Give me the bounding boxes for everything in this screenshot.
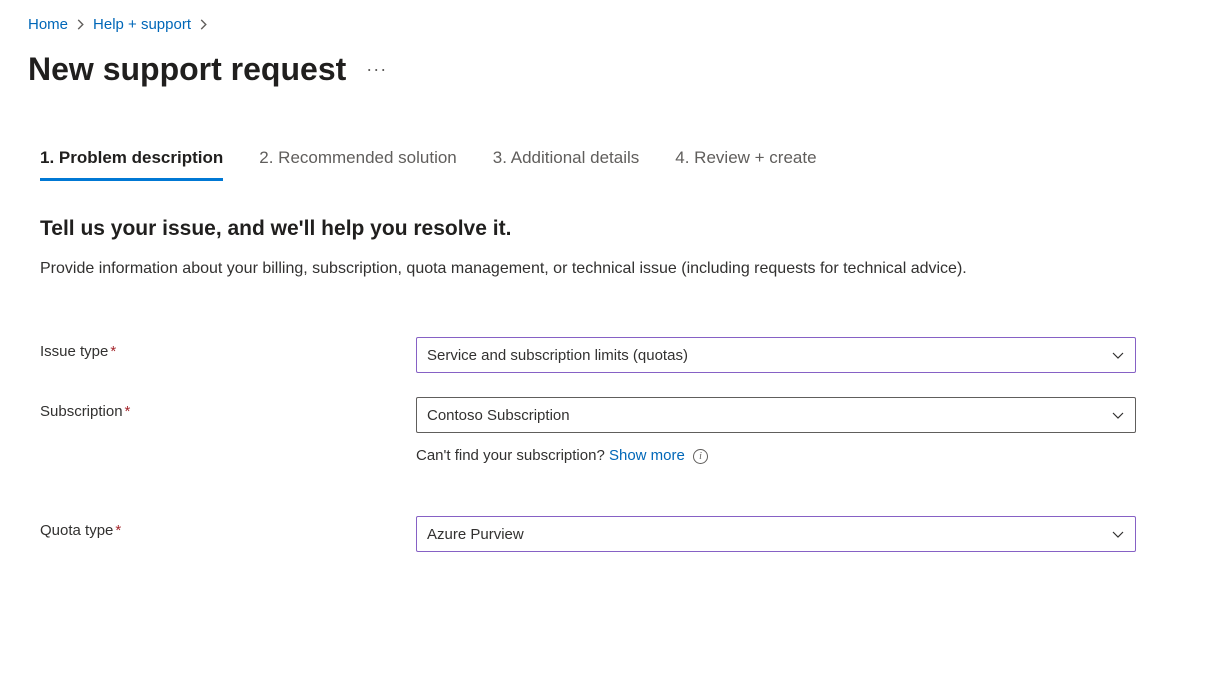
quota-type-label: Quota type* [40,516,416,539]
tab-recommended-solution[interactable]: 2. Recommended solution [259,148,457,181]
section-description: Provide information about your billing, … [40,257,1120,281]
form-row-quota-type: Quota type* Azure Purview [40,516,1192,552]
breadcrumb: Home Help + support [28,16,1192,33]
more-actions-icon[interactable]: ··· [366,59,387,80]
show-more-link[interactable]: Show more [609,447,685,464]
chevron-down-icon [1111,408,1125,422]
subscription-select[interactable]: Contoso Subscription [416,397,1136,433]
required-indicator: * [110,343,116,360]
subscription-value: Contoso Subscription [427,407,570,424]
chevron-right-icon [76,17,85,33]
issue-type-value: Service and subscription limits (quotas) [427,347,688,364]
quota-type-value: Azure Purview [427,526,524,543]
chevron-down-icon [1111,348,1125,362]
section-heading: Tell us your issue, and we'll help you r… [40,217,1192,241]
breadcrumb-help-support[interactable]: Help + support [93,16,191,33]
page-title: New support request [28,51,346,88]
required-indicator: * [115,522,121,539]
tab-review-create[interactable]: 4. Review + create [675,148,816,181]
subscription-label: Subscription* [40,397,416,420]
chevron-right-icon [199,17,208,33]
required-indicator: * [125,403,131,420]
tab-problem-description[interactable]: 1. Problem description [40,148,223,181]
wizard-tabs: 1. Problem description 2. Recommended so… [40,148,1192,181]
form-row-issue-type: Issue type* Service and subscription lim… [40,337,1192,373]
tab-additional-details[interactable]: 3. Additional details [493,148,640,181]
info-icon[interactable]: i [693,449,708,464]
breadcrumb-home[interactable]: Home [28,16,68,33]
form-row-subscription: Subscription* Contoso Subscription Can't… [40,397,1192,464]
issue-type-select[interactable]: Service and subscription limits (quotas) [416,337,1136,373]
page-title-row: New support request ··· [28,51,1192,88]
subscription-help-text: Can't find your subscription? Show more … [416,447,1136,464]
issue-type-label: Issue type* [40,337,416,360]
chevron-down-icon [1111,527,1125,541]
quota-type-select[interactable]: Azure Purview [416,516,1136,552]
